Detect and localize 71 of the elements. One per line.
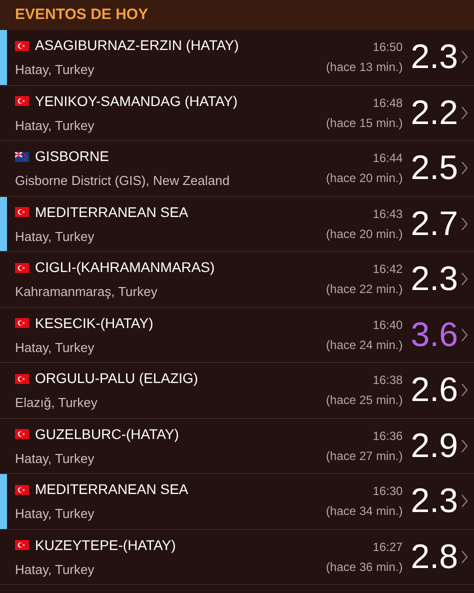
magnitude: 2.7 xyxy=(410,206,458,241)
event-name: GISBORNE xyxy=(35,147,109,166)
flag-icon xyxy=(15,540,29,550)
event-ago: (hace 34 min.) xyxy=(326,503,403,520)
event-ago: (hace 25 min.) xyxy=(326,392,403,410)
event-time: 16:27 xyxy=(372,538,403,556)
chevron-icon xyxy=(461,550,468,564)
chevron-icon xyxy=(461,328,468,342)
event-region: Hatay, Turkey xyxy=(15,450,96,468)
event-time: 16:43 xyxy=(372,206,403,223)
event-ago: (hace 36 min.) xyxy=(326,558,403,576)
flag-icon xyxy=(15,484,29,494)
event-name: KESECIK-(HATAY) xyxy=(35,314,154,333)
chevron-icon xyxy=(461,106,468,120)
event-region: Gisborne District (GIS), New Zealand xyxy=(15,172,231,190)
magnitude: 3.6 xyxy=(410,318,458,352)
flag-icon xyxy=(15,429,29,439)
event-time: 16:50 xyxy=(372,39,403,56)
event-time: 16:44 xyxy=(372,150,403,168)
event-region: Kahramanmaraş, Turkey xyxy=(15,283,158,301)
event-time: 16:36 xyxy=(372,428,403,445)
magnitude: 2.6 xyxy=(410,373,458,408)
flag-icon xyxy=(15,96,29,106)
event-name: ORGULU-PALU (ELAZIG) xyxy=(35,369,198,388)
event-name: KUZEYTEPE-(HATAY) xyxy=(35,536,176,555)
event-name: ASAGIBURNAZ-ERZIN (HATAY) xyxy=(35,36,239,55)
magnitude: 2.3 xyxy=(410,40,458,74)
magnitude: 2.3 xyxy=(410,484,458,518)
event-region: Hatay, Turkey xyxy=(15,228,96,246)
flag-icon xyxy=(15,152,29,162)
event-region: Elazığ, Turkey xyxy=(15,394,98,412)
chevron-icon xyxy=(461,50,468,64)
chevron-icon xyxy=(461,216,468,231)
event-region: Hatay, Turkey xyxy=(15,116,96,135)
flag-icon xyxy=(15,207,29,217)
event-ago: (hace 20 min.) xyxy=(326,170,403,188)
chevron-icon xyxy=(461,438,468,453)
flag-icon xyxy=(15,374,29,384)
event-ago: (hace 27 min.) xyxy=(326,448,403,465)
event-time: 16:48 xyxy=(372,94,403,112)
chevron-icon xyxy=(461,494,468,508)
flag-icon xyxy=(15,318,29,328)
event-region: Hatay, Turkey xyxy=(15,61,96,79)
chevron-icon xyxy=(461,272,468,286)
event-region: Hatay, Turkey xyxy=(15,505,96,523)
flag-icon xyxy=(15,262,29,272)
event-time: 16:38 xyxy=(372,372,403,390)
event-ago: (hace 20 min.) xyxy=(326,226,403,243)
magnitude: 2.9 xyxy=(410,428,458,463)
event-region: Hatay, Turkey xyxy=(15,560,96,579)
magnitude: 2.3 xyxy=(410,262,458,296)
chevron-icon xyxy=(461,383,468,398)
event-ago: (hace 13 min.) xyxy=(326,59,403,76)
event-ago: (hace 22 min.) xyxy=(326,281,403,298)
event-time: 16:40 xyxy=(372,316,403,334)
event-time: 16:30 xyxy=(372,483,403,500)
magnitude: 2.5 xyxy=(410,151,458,186)
event-name: CIGLI-(KAHRAMANMARAS) xyxy=(35,258,215,277)
event-name: MEDITERRANEAN SEA xyxy=(35,202,188,222)
event-name: MEDITERRANEAN SEA xyxy=(35,480,188,499)
magnitude: 2.2 xyxy=(410,96,458,130)
magnitude: 2.8 xyxy=(410,540,458,574)
event-name: GUZELBURC-(HATAY) xyxy=(35,424,179,444)
event-time: 16:42 xyxy=(372,261,403,278)
header-title: EVENTOS DE HOY xyxy=(15,4,148,25)
event-region: Hatay, Turkey xyxy=(15,338,96,357)
event-ago: (hace 15 min.) xyxy=(326,114,403,132)
flag-icon xyxy=(15,40,29,50)
event-ago: (hace 24 min.) xyxy=(326,336,403,354)
chevron-icon xyxy=(461,161,468,176)
event-name: YENIKOY-SAMANDAG (HATAY) xyxy=(35,92,238,111)
